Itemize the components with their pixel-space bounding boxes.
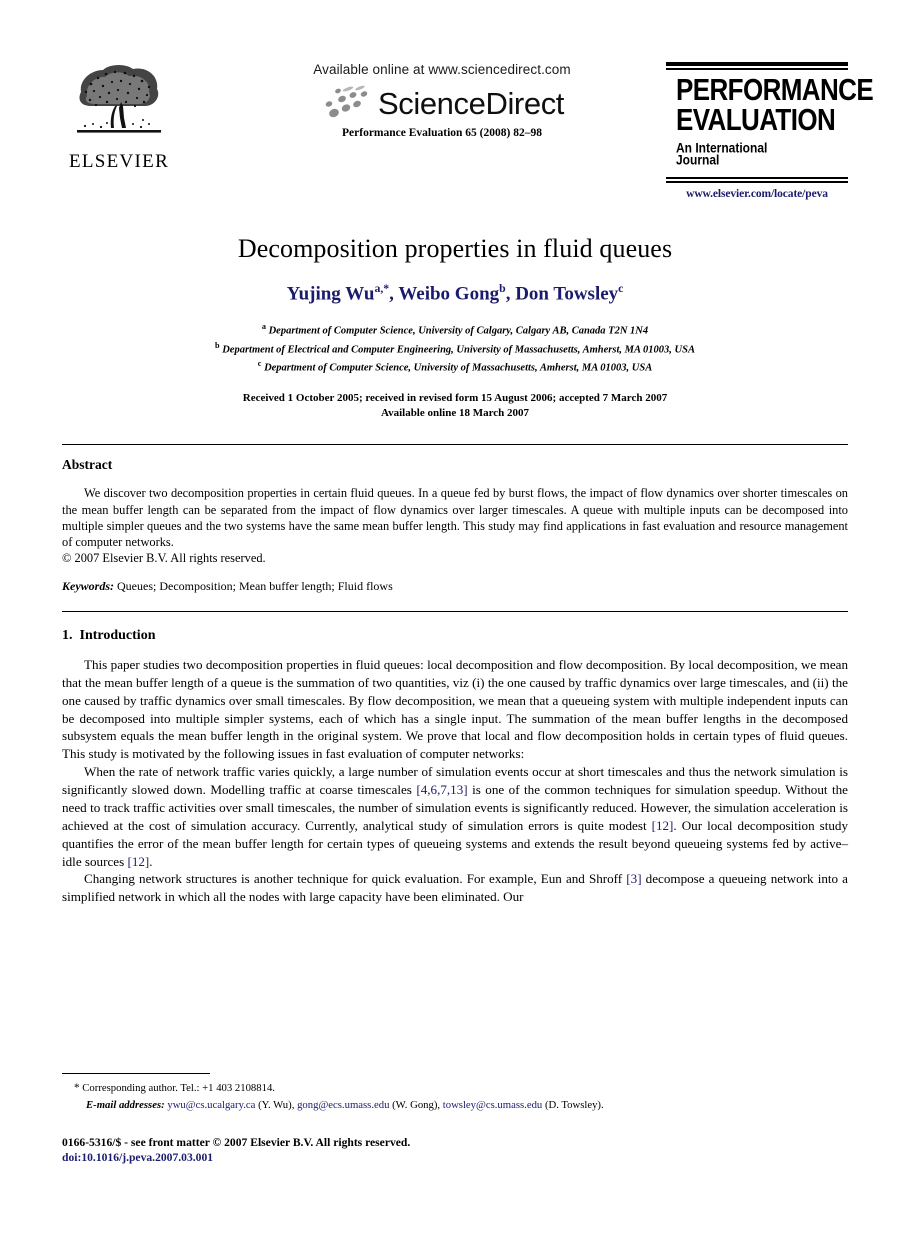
footnote-separator-rule xyxy=(62,1072,210,1074)
affiliation-marker-a: a xyxy=(261,322,266,332)
email-addresses-note: E-mail addresses: ywu@cs.ucalgary.ca (Y.… xyxy=(62,1097,848,1113)
journal-logo-title-line1: PERFORMANCE xyxy=(676,71,874,107)
sciencedirect-wordmark: ScienceDirect xyxy=(377,85,565,121)
elsevier-tree-icon xyxy=(73,62,165,150)
abstract-copyright: © 2007 Elsevier B.V. All rights reserved… xyxy=(62,550,266,565)
section-title: Introduction xyxy=(79,628,156,644)
introduction-body: This paper studies two decomposition pro… xyxy=(62,656,848,906)
title-block: Decomposition properties in fluid queues… xyxy=(62,234,848,422)
article-history: Received 1 October 2005; received in rev… xyxy=(62,391,848,423)
affiliation-text-a: Department of Computer Science, Universi… xyxy=(268,325,649,337)
page-title: Decomposition properties in fluid queues xyxy=(237,234,673,263)
affiliation-a: a Department of Computer Science, Univer… xyxy=(62,321,848,339)
keywords-label: Keywords: xyxy=(62,579,114,594)
elsevier-wordmark: ELSEVIER xyxy=(68,151,170,172)
author-list: Yujing Wua,*, Weibo Gongb, Don Towsleyc xyxy=(286,282,624,305)
journal-logo: PERFORMANCE EVALUATION An International … xyxy=(666,62,874,200)
section-heading-introduction: 1. Introduction xyxy=(62,628,848,644)
keywords-value: Queues; Decomposition; Mean buffer lengt… xyxy=(117,579,393,594)
keywords-line: Keywords: Queues; Decomposition; Mean bu… xyxy=(62,579,848,594)
email-name-wu: (Y. Wu), xyxy=(258,1098,295,1111)
received-line: Received 1 October 2005; received in rev… xyxy=(242,391,668,404)
abstract-text: We discover two decomposition properties… xyxy=(62,486,848,549)
sciencedirect-block: Available online at www.sciencedirect.co… xyxy=(232,62,652,123)
issn-copyright-line: 0166-5316/$ - see front matter © 2007 El… xyxy=(62,1135,411,1149)
citation-ref-12a[interactable]: [12] xyxy=(652,818,674,833)
abstract-section: Abstract We discover two decomposition p… xyxy=(62,457,848,594)
journal-homepage-link[interactable]: www.elsevier.com/locate/peva xyxy=(666,188,848,200)
email-link-gong[interactable]: gong@ecs.umass.edu xyxy=(297,1099,389,1111)
elsevier-logo: ELSEVIER xyxy=(64,62,174,173)
journal-logo-subtitle-line2: Journal xyxy=(676,152,720,169)
paragraph-2-text-4: . xyxy=(149,853,153,869)
affiliation-list: a Department of Computer Science, Univer… xyxy=(62,321,848,376)
masthead: ELSEVIER Available online at www.science… xyxy=(62,0,874,212)
citation-ref-4-6-7-13[interactable]: [4,6,7,13] xyxy=(416,782,467,797)
journal-article-page: ELSEVIER Available online at www.science… xyxy=(0,0,907,1238)
page-content: ELSEVIER Available online at www.science… xyxy=(62,0,874,1238)
affiliation-marker-b: b xyxy=(215,340,220,350)
paragraph-3: Changing network structures is another t… xyxy=(62,870,848,906)
available-online-line: Available online 18 March 2007 xyxy=(380,407,530,420)
journal-logo-rule-top xyxy=(666,62,848,66)
section-number: 1. xyxy=(62,628,73,644)
paragraph-1: This paper studies two decomposition pro… xyxy=(62,657,848,762)
email-name-gong: (W. Gong), xyxy=(392,1098,441,1111)
page-footer: * Corresponding author. Tel.: +1 403 210… xyxy=(62,1072,848,1166)
issn-block: 0166-5316/$ - see front matter © 2007 El… xyxy=(62,1135,848,1166)
corresponding-author-marker: * xyxy=(74,1081,80,1094)
journal-logo-rule-top2 xyxy=(666,68,848,70)
email-name-towsley: (D. Towsley). xyxy=(544,1098,604,1111)
doi-link[interactable]: doi:10.1016/j.peva.2007.03.001 xyxy=(62,1150,848,1166)
affiliation-c: c Department of Computer Science, Univer… xyxy=(62,358,848,376)
email-link-wu[interactable]: ywu@cs.ucalgary.ca xyxy=(167,1099,255,1111)
corresponding-author-text: Corresponding author. Tel.: +1 403 21088… xyxy=(82,1081,275,1094)
journal-logo-title-line2: EVALUATION xyxy=(676,101,836,137)
sciencedirect-swoosh-icon xyxy=(325,85,368,118)
paragraph-3-text-1: Changing network structures is another t… xyxy=(84,871,627,887)
journal-logo-rule-bot1 xyxy=(666,177,848,180)
email-addresses-label: E-mail addresses: xyxy=(86,1098,165,1111)
email-link-towsley[interactable]: towsley@cs.umass.edu xyxy=(443,1099,543,1111)
affiliation-text-b: Department of Electrical and Computer En… xyxy=(222,344,695,356)
citation-ref-3[interactable]: [3] xyxy=(626,871,641,886)
affiliation-b: b Department of Electrical and Computer … xyxy=(62,340,848,358)
affiliation-marker-c: c xyxy=(257,359,262,369)
abstract-bottom-rule xyxy=(62,611,848,613)
corresponding-author-note: * Corresponding author. Tel.: +1 403 210… xyxy=(62,1080,848,1097)
journal-reference: Performance Evaluation 65 (2008) 82–98 xyxy=(342,127,542,139)
abstract-heading: Abstract xyxy=(62,457,113,473)
available-online-text: Available online at www.sciencedirect.co… xyxy=(313,62,571,77)
journal-logo-rules-bottom xyxy=(666,177,848,184)
affiliation-text-c: Department of Computer Science, Universi… xyxy=(264,362,653,374)
journal-logo-rule-bot2 xyxy=(666,181,848,184)
paragraph-2: When the rate of network traffic varies … xyxy=(62,763,848,870)
citation-ref-12b[interactable]: [12] xyxy=(127,854,149,869)
abstract-body: We discover two decomposition properties… xyxy=(62,485,848,566)
abstract-top-rule xyxy=(62,444,848,446)
sciencedirect-logo: ScienceDirect xyxy=(232,83,652,123)
